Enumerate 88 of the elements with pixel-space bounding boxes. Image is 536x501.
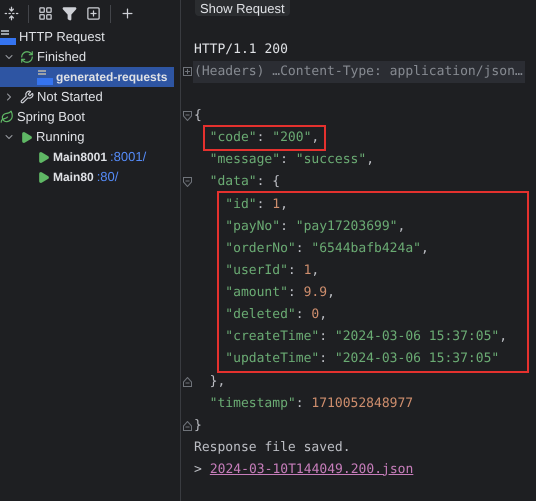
refresh-icon: [20, 50, 34, 64]
port-label: :8001/: [110, 148, 146, 166]
code-token: 1710052848977: [311, 394, 414, 413]
code-token: "payNo": [225, 218, 280, 236]
play-icon: [37, 170, 50, 184]
api-file-icon: [37, 69, 53, 85]
code-token: "2024-03-06 15:37:05": [334, 328, 500, 346]
collapse-all-icon[interactable]: [4, 6, 19, 21]
tree-item[interactable]: Spring Boot: [0, 107, 174, 127]
code-token: :: [296, 306, 305, 324]
item-label: Main8001: [53, 149, 108, 166]
wrench-icon: [20, 90, 34, 104]
code-token: {: [194, 106, 202, 125]
code-token: :: [256, 196, 266, 214]
show-request-button[interactable]: Show Request: [195, 0, 290, 16]
code-token: "deleted": [225, 306, 296, 324]
code-token: :: [280, 150, 289, 169]
code-token: : {: [256, 172, 280, 191]
item-label: Not Started: [37, 88, 103, 106]
code-token: "data": [210, 172, 257, 191]
code-token: :: [288, 262, 297, 280]
code-token: "amount": [225, 284, 288, 302]
code-token: ,: [420, 240, 429, 258]
code-token: },: [210, 372, 226, 391]
api-file-icon: [0, 29, 16, 45]
tree-item[interactable]: HTTP Request: [0, 27, 174, 47]
add-icon[interactable]: [120, 6, 135, 21]
play-icon: [37, 150, 50, 164]
code-token: "userId": [225, 262, 288, 280]
code-token: ,: [280, 196, 288, 214]
unfold-icon[interactable]: [183, 376, 192, 386]
item-label: Main80: [53, 169, 94, 186]
tree-item[interactable]: generated-requests: [0, 67, 174, 87]
code-token: :: [296, 394, 305, 413]
unfold-icon[interactable]: [183, 420, 192, 430]
code-token: ,: [311, 128, 320, 147]
code-token: ,: [366, 150, 374, 169]
code-token: "2024-03-06 15:37:05": [334, 350, 500, 368]
saved-message: Response file saved.: [194, 438, 351, 457]
item-label: HTTP Request: [19, 28, 105, 46]
tree-item[interactable]: Not Started: [0, 87, 174, 107]
tree-item[interactable]: Main80 :80/: [0, 167, 174, 187]
code-token: "6544bafb424a": [311, 240, 421, 258]
code-token: 0: [311, 306, 320, 324]
code-token: }: [194, 416, 202, 435]
play-icon: [20, 130, 33, 144]
code-token: 9.9: [304, 284, 328, 302]
code-token: ,: [327, 284, 335, 302]
code-token: "pay17203699": [296, 218, 398, 236]
code-token: 1: [304, 262, 312, 280]
tree-item[interactable]: Finished: [0, 47, 174, 67]
fold-icon[interactable]: [183, 176, 192, 186]
code-token: :: [319, 350, 328, 368]
filter-icon[interactable]: [62, 6, 77, 21]
code-token: "timestamp": [210, 394, 296, 413]
tree-item[interactable]: Running: [0, 127, 174, 147]
expand-icon[interactable]: [182, 67, 192, 76]
add-frame-icon[interactable]: [86, 6, 101, 21]
code-token: :: [256, 128, 266, 147]
port-label: :80/: [96, 168, 118, 186]
tree-item[interactable]: Main8001 :8001/: [0, 147, 174, 167]
code-token: "code": [210, 128, 257, 147]
code-token: "id": [225, 196, 257, 214]
item-label: Running: [36, 128, 84, 146]
code-token: :: [319, 328, 328, 346]
code-token: :: [296, 240, 305, 258]
status-line: HTTP/1.1 200: [194, 40, 288, 59]
fold-icon[interactable]: [183, 110, 192, 120]
code-token: ,: [311, 262, 320, 280]
leaf-icon: [0, 110, 14, 124]
saved-file-link[interactable]: 2024-03-10T144049.200.json: [210, 460, 414, 480]
prompt-symbol: >: [194, 460, 202, 479]
code-token: ,: [499, 328, 508, 346]
code-token: "updateTime": [225, 350, 320, 368]
code-token: :: [288, 284, 297, 302]
code-token: "createTime": [225, 328, 320, 346]
code-token: ,: [398, 218, 406, 236]
code-token: "200": [272, 128, 312, 147]
code-token: "message": [210, 150, 280, 169]
item-label: Finished: [37, 48, 86, 66]
item-label: generated-requests: [56, 69, 168, 86]
code-token: "orderNo": [225, 240, 296, 258]
code-token: ,: [319, 306, 328, 324]
item-label: Spring Boot: [17, 108, 85, 126]
code-token: :: [280, 218, 289, 236]
group-icon[interactable]: [38, 6, 53, 21]
code-token: 1: [272, 196, 280, 214]
code-token: "success": [296, 150, 366, 169]
